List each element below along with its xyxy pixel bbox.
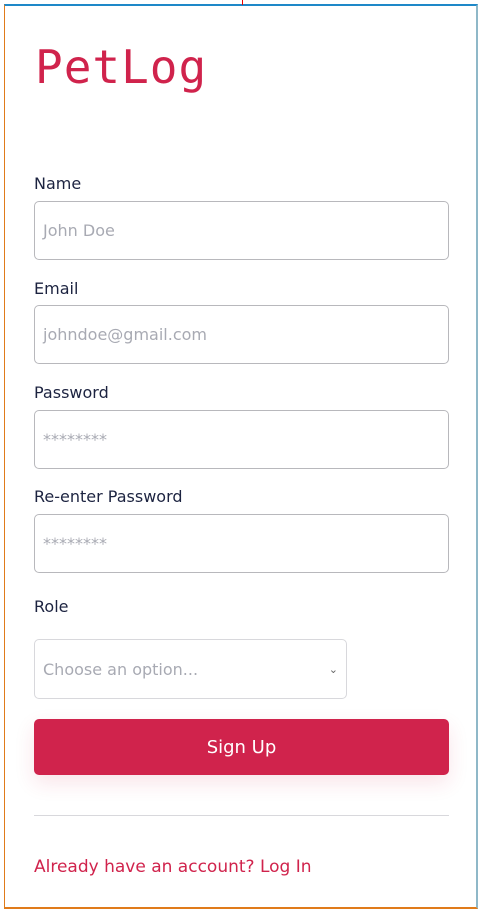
login-link[interactable]: Already have an account? Log In [34,857,312,877]
role-selected-value: Choose an option... [43,659,199,679]
name-label: Name [34,174,82,193]
marker [242,0,243,5]
email-label: Email [34,279,79,298]
role-select[interactable]: Choose an option... ⌄ [34,639,347,699]
email-placeholder: johndoe@gmail.com [43,325,207,344]
divider [34,815,449,816]
password-input[interactable]: ******** [34,410,449,469]
name-placeholder: John Doe [43,221,115,240]
password-placeholder: ******** [43,430,107,449]
chevron-down-icon: ⌄ [328,662,338,676]
confirm-password-input[interactable]: ******** [34,514,449,573]
role-label: Role [34,597,69,616]
app-logo: PetLog [35,40,208,94]
sign-up-button[interactable]: Sign Up [34,719,449,775]
email-input[interactable]: johndoe@gmail.com [34,305,449,364]
password-label: Password [34,383,109,402]
confirm-password-placeholder: ******** [43,534,107,553]
confirm-password-label: Re-enter Password [34,487,183,506]
name-input[interactable]: John Doe [34,201,449,260]
